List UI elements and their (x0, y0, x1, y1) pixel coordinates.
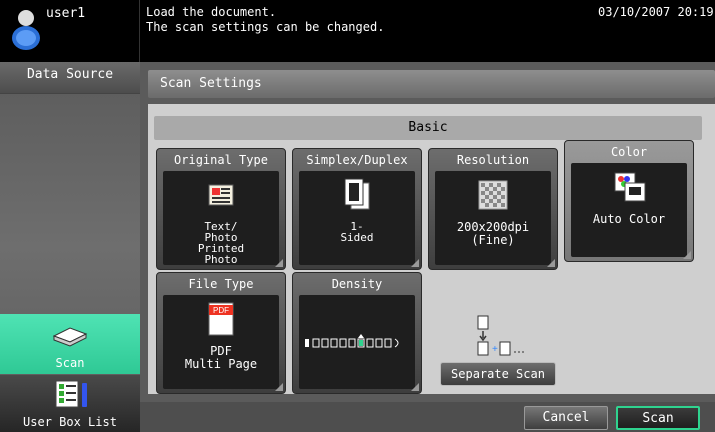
tile-title: Density (331, 277, 383, 291)
corner-indicator (547, 259, 555, 267)
tile-value: 1- Sided (340, 220, 374, 244)
user-name: user1 (46, 6, 86, 21)
page-title-bar: Scan Settings (148, 70, 715, 98)
color-button[interactable]: Color Auto Color (564, 140, 694, 262)
datetime: 03/10/2007 20:19 (598, 5, 714, 19)
sidebar-item-user-box-list[interactable]: User Box List (0, 375, 140, 432)
top-bar: user1 Load the document. The scan settin… (0, 0, 715, 62)
tile-title: Color (610, 145, 648, 159)
bottom-bar: Cancel Scan (140, 402, 715, 432)
scanner-icon (52, 327, 88, 347)
tile-value: PDF Multi Page (184, 344, 258, 371)
tile-title: Resolution (456, 153, 530, 167)
tile-value: 200x200dpi (Fine) (456, 220, 530, 247)
sidebar-item-label: User Box List (23, 415, 117, 429)
density-button[interactable]: Density (292, 272, 422, 394)
corner-indicator (275, 259, 283, 267)
main-area: Scan Settings Basic Original Type Text/ … (140, 62, 715, 432)
basic-tab: Basic (154, 116, 702, 140)
tile-title: File Type (188, 277, 254, 291)
user-area: user1 (0, 0, 140, 62)
separate-scan-icon: + (477, 315, 524, 356)
auto-color-icon (614, 172, 646, 202)
tile-body: Auto Color (571, 163, 687, 257)
tile-title: Original Type (174, 153, 268, 167)
settings-panel: Basic Original Type Text/ Photo Printed … (148, 104, 715, 394)
page-title: Scan Settings (160, 76, 262, 91)
tile-value: Text/ Photo Printed Photo (197, 220, 245, 266)
sidebar-item-scan[interactable]: Scan (0, 314, 140, 374)
sidebar-header: Data Source (0, 62, 140, 94)
tile-body: Text/ Photo Printed Photo (163, 171, 279, 265)
resolution-icon (478, 180, 508, 210)
user-box-list-icon (55, 380, 87, 408)
file-type-button[interactable]: File Type PDF PDF Multi Page (156, 272, 286, 394)
cancel-button[interactable]: Cancel (524, 406, 608, 430)
separate-scan-button[interactable]: Separate Scan (440, 362, 556, 386)
sidebar-item-label: Scan (55, 356, 85, 370)
original-type-button[interactable]: Original Type Text/ Photo Printed Photo (156, 148, 286, 270)
tile-body (299, 295, 415, 389)
corner-indicator (275, 383, 283, 391)
document-photo-icon (208, 184, 234, 206)
tile-body: PDF PDF Multi Page (163, 295, 279, 389)
density-scale-icon (305, 334, 399, 348)
user-icon (12, 10, 40, 50)
pages-icon (344, 178, 370, 210)
pdf-icon: PDF (208, 302, 234, 336)
resolution-button[interactable]: Resolution 200x200dpi (Fine) (428, 148, 558, 270)
corner-indicator (411, 383, 419, 391)
corner-indicator (411, 259, 419, 267)
tile-body: 1- Sided (299, 171, 415, 265)
tile-value: Auto Color (592, 212, 666, 226)
status-message: Load the document. The scan settings can… (146, 5, 385, 34)
pdf-icon-text: PDF (213, 306, 229, 315)
tile-title: Simplex/Duplex (306, 153, 408, 167)
corner-indicator (683, 251, 691, 259)
sidebar: Data Source Scan User Box List (0, 62, 140, 432)
tile-body: 200x200dpi (Fine) (435, 171, 551, 265)
scan-button[interactable]: Scan (616, 406, 700, 430)
svg-text:+: + (492, 344, 498, 355)
simplex-duplex-button[interactable]: Simplex/Duplex 1- Sided (292, 148, 422, 270)
